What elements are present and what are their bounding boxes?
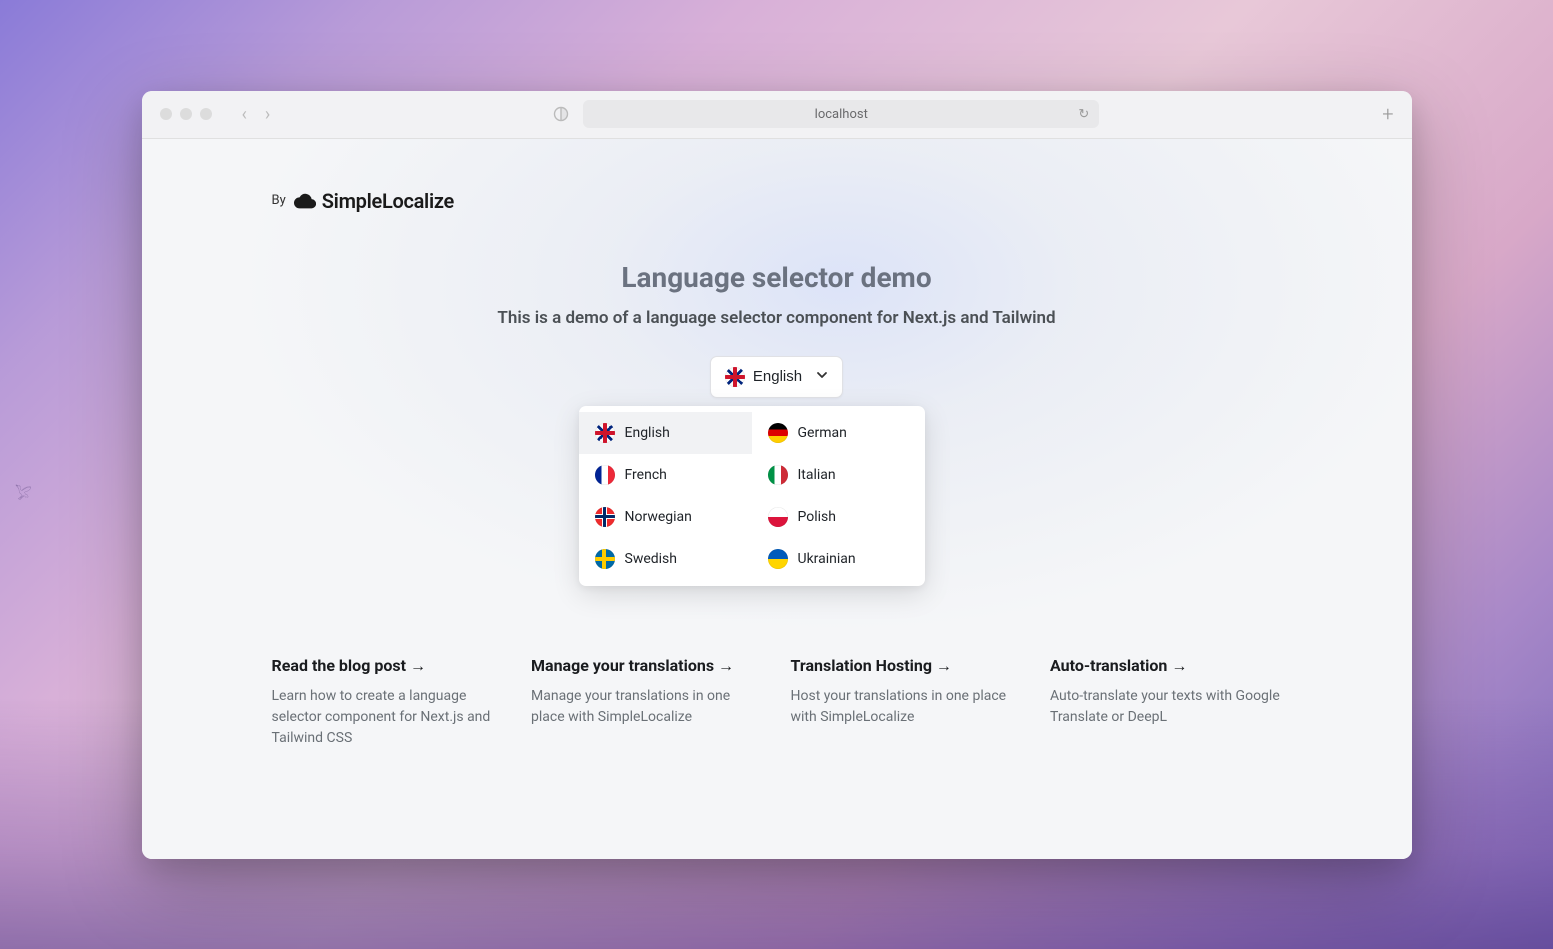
- card-title-text: Manage your translations →: [531, 656, 734, 675]
- lang-label: English: [625, 425, 670, 441]
- refresh-icon[interactable]: ↻: [1078, 107, 1089, 122]
- card-title-text: Translation Hosting →: [791, 656, 952, 675]
- lang-option-norwegian[interactable]: Norwegian: [579, 496, 752, 538]
- flag-de-icon: [768, 423, 788, 443]
- window-close[interactable]: [160, 108, 172, 120]
- window-zoom[interactable]: [200, 108, 212, 120]
- card-title-text: Auto-translation →: [1050, 656, 1187, 675]
- lang-option-english[interactable]: English: [579, 412, 752, 454]
- url-text: localhost: [815, 107, 868, 122]
- brand-byline: By SimpleLocalize: [272, 189, 1282, 213]
- card-title-link[interactable]: Read the blog post →: [272, 656, 504, 676]
- lang-option-french[interactable]: French: [579, 454, 752, 496]
- reader-mode-icon[interactable]: [553, 106, 569, 122]
- browser-window: ‹ › localhost ↻ + By SimpleLocalize: [142, 91, 1412, 859]
- flag-se-icon: [595, 549, 615, 569]
- page-subtitle: This is a demo of a language selector co…: [272, 308, 1282, 328]
- nav-arrows: ‹ ›: [242, 104, 271, 125]
- flag-uk-icon: [595, 423, 615, 443]
- lang-option-italian[interactable]: Italian: [752, 454, 925, 496]
- flag-no-icon: [595, 507, 615, 527]
- flag-pl-icon: [768, 507, 788, 527]
- cloud-icon: [294, 193, 316, 209]
- brand-name: SimpleLocalize: [322, 189, 454, 213]
- by-label: By: [272, 193, 286, 208]
- card-auto-translation: Auto-translation → Auto-translate your t…: [1050, 656, 1282, 749]
- lang-option-ukrainian[interactable]: Ukrainian: [752, 538, 925, 580]
- info-cards: Read the blog post → Learn how to create…: [272, 656, 1282, 749]
- window-controls: [160, 108, 212, 120]
- card-description: Manage your translations in one place wi…: [531, 686, 763, 728]
- lang-label: Italian: [798, 467, 836, 483]
- forward-button[interactable]: ›: [265, 104, 270, 125]
- flag-uk-icon: [725, 367, 745, 387]
- lang-label: Ukrainian: [798, 551, 856, 567]
- language-dropdown: English German French Italian Norwegian: [579, 406, 925, 586]
- selected-language-label: English: [753, 368, 802, 385]
- window-minimize[interactable]: [180, 108, 192, 120]
- card-description: Auto-translate your texts with Google Tr…: [1050, 686, 1282, 728]
- back-button[interactable]: ‹: [242, 104, 247, 125]
- card-title-text: Read the blog post →: [272, 656, 426, 675]
- flag-ua-icon: [768, 549, 788, 569]
- flag-it-icon: [768, 465, 788, 485]
- lang-option-polish[interactable]: Polish: [752, 496, 925, 538]
- card-translation-hosting: Translation Hosting → Host your translat…: [791, 656, 1023, 749]
- card-description: Learn how to create a language selector …: [272, 686, 504, 749]
- new-tab-button[interactable]: +: [1382, 102, 1393, 126]
- lang-option-swedish[interactable]: Swedish: [579, 538, 752, 580]
- lang-label: Polish: [798, 509, 836, 525]
- chevron-down-icon: [816, 368, 828, 385]
- language-select-button[interactable]: English: [710, 356, 843, 398]
- flag-fr-icon: [595, 465, 615, 485]
- page-title: Language selector demo: [272, 261, 1282, 294]
- card-title-link[interactable]: Manage your translations →: [531, 656, 763, 676]
- page-content: By SimpleLocalize Language selector demo…: [142, 139, 1412, 859]
- language-selector: English English German French: [272, 356, 1282, 586]
- browser-toolbar: ‹ › localhost ↻ +: [142, 91, 1412, 139]
- lang-label: Norwegian: [625, 509, 692, 525]
- card-title-link[interactable]: Auto-translation →: [1050, 656, 1282, 676]
- background-bird: 𓅯: [15, 480, 32, 504]
- url-bar[interactable]: localhost ↻: [583, 100, 1099, 128]
- card-blog-post: Read the blog post → Learn how to create…: [272, 656, 504, 749]
- card-description: Host your translations in one place with…: [791, 686, 1023, 728]
- lang-option-german[interactable]: German: [752, 412, 925, 454]
- lang-label: German: [798, 425, 847, 441]
- hero: Language selector demo This is a demo of…: [272, 261, 1282, 328]
- lang-label: Swedish: [625, 551, 678, 567]
- card-title-link[interactable]: Translation Hosting →: [791, 656, 1023, 676]
- brand-logo[interactable]: SimpleLocalize: [294, 189, 454, 213]
- lang-label: French: [625, 467, 667, 483]
- card-manage-translations: Manage your translations → Manage your t…: [531, 656, 763, 749]
